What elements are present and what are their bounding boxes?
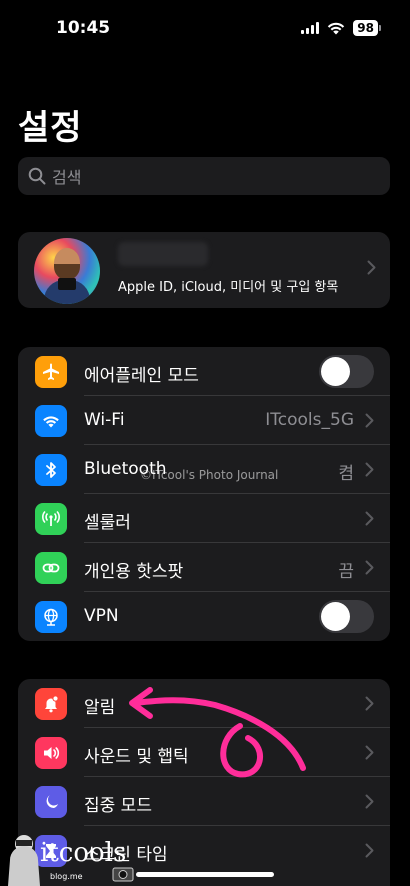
- battery-indicator: 98: [353, 20, 381, 36]
- search-input[interactable]: 검색: [18, 157, 390, 195]
- row-airplane-mode[interactable]: 에어플레인 모드: [18, 347, 390, 396]
- watermark: ©ITcool's Photo Journal: [140, 468, 279, 482]
- moon-icon: [35, 786, 67, 818]
- row-label: 개인용 핫스팟: [84, 562, 184, 582]
- avatar: [34, 238, 100, 304]
- page-title: 설정: [18, 108, 83, 148]
- chevron-right-icon: [365, 843, 374, 858]
- cellular-signal-icon: [301, 22, 320, 34]
- wifi-network-value: ITcools_5G: [265, 410, 354, 430]
- bluetooth-status-value: 켬: [338, 464, 354, 484]
- logo: itcools blog.me: [0, 828, 140, 886]
- connectivity-group: 에어플레인 모드 Wi-Fi ITcools_5G Bluetooth 켬 셀룰…: [18, 347, 390, 641]
- row-label: 알림: [84, 698, 116, 718]
- chevron-right-icon: [367, 260, 376, 275]
- status-icons: 98: [301, 20, 381, 36]
- row-personal-hotspot[interactable]: 개인용 핫스팟 끔: [18, 543, 390, 592]
- status-bar: 10:45 98: [0, 0, 410, 58]
- hotspot-status-value: 끔: [338, 562, 354, 582]
- vpn-toggle[interactable]: [319, 600, 374, 633]
- wifi-icon: [35, 405, 67, 437]
- chevron-right-icon: [365, 696, 374, 711]
- logo-subtext: blog.me: [50, 872, 83, 881]
- search-placeholder: 검색: [52, 168, 82, 187]
- row-label: 에어플레인 모드: [84, 366, 199, 386]
- chevron-right-icon: [365, 794, 374, 809]
- sound-icon: [35, 737, 67, 769]
- apple-id-profile-card[interactable]: Apple ID, iCloud, 미디어 및 구입 항목: [18, 232, 390, 308]
- chevron-right-icon: [365, 413, 374, 428]
- search-icon: [28, 167, 46, 185]
- airplane-icon: [35, 356, 67, 388]
- row-wifi[interactable]: Wi-Fi ITcools_5G: [18, 396, 390, 445]
- chevron-right-icon: [365, 745, 374, 760]
- wifi-status-icon: [328, 22, 345, 35]
- status-time: 10:45: [56, 18, 111, 38]
- camera-icon: [112, 867, 134, 882]
- chevron-right-icon: [365, 511, 374, 526]
- cellular-icon: [35, 503, 67, 535]
- chevron-right-icon: [365, 462, 374, 477]
- notification-icon: [35, 688, 67, 720]
- airplane-mode-toggle[interactable]: [319, 355, 374, 388]
- home-indicator: [136, 872, 274, 877]
- row-vpn[interactable]: VPN: [18, 592, 390, 641]
- row-notifications[interactable]: 알림: [18, 679, 390, 728]
- bluetooth-icon: [35, 454, 67, 486]
- logo-figure-icon: [8, 835, 40, 886]
- row-label: Wi-Fi: [84, 410, 125, 430]
- row-label: VPN: [84, 606, 119, 626]
- chevron-right-icon: [365, 560, 374, 575]
- row-label: 셀룰러: [84, 513, 131, 533]
- row-cellular[interactable]: 셀룰러: [18, 494, 390, 543]
- row-sounds-haptics[interactable]: 사운드 및 햅틱: [18, 728, 390, 777]
- row-focus-mode[interactable]: 집중 모드: [18, 777, 390, 826]
- profile-name-blurred: [118, 242, 208, 266]
- row-label: 집중 모드: [84, 796, 152, 816]
- vpn-icon: [35, 601, 67, 633]
- profile-subtitle: Apple ID, iCloud, 미디어 및 구입 항목: [118, 280, 339, 295]
- hotspot-icon: [35, 552, 67, 584]
- row-label: 사운드 및 햅틱: [84, 747, 189, 767]
